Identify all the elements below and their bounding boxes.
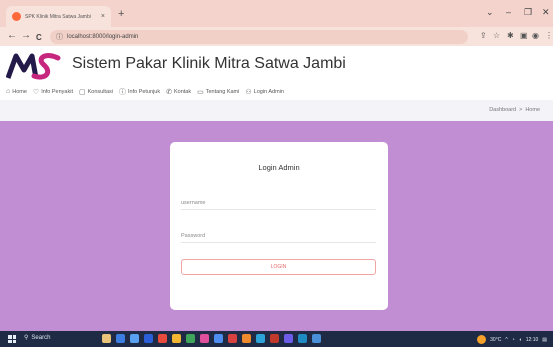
close-window-button[interactable]: ✕ (542, 7, 550, 17)
login-title: Login Admin (258, 163, 300, 172)
app-icon[interactable] (200, 334, 209, 343)
browser-tab[interactable]: SPK Klinik Mitra Satwa Jambi × (6, 6, 111, 27)
app-icon[interactable] (102, 334, 111, 343)
clock[interactable]: 12:10 (526, 337, 539, 343)
app-icon[interactable] (172, 334, 181, 343)
login-button[interactable]: LOGIN (181, 259, 376, 275)
app-icon[interactable] (242, 334, 251, 343)
info-icon: ⓘ (119, 88, 126, 96)
monitor-icon: ▭ (197, 88, 204, 96)
taskbar-search-label: Search (31, 334, 51, 341)
tab-search-chevron-icon[interactable]: ⌄ (486, 7, 494, 17)
heart-icon: ♡ (32, 88, 40, 96)
maximize-button[interactable]: ❐ (524, 7, 532, 17)
menu-item-label: Home (12, 88, 27, 95)
app-icon[interactable] (116, 334, 125, 343)
breadcrumb-separator: > (519, 107, 523, 113)
tray-chevron-icon[interactable]: ^ (505, 337, 507, 343)
menu-item-kontak[interactable]: ✆ Kontak (166, 88, 191, 96)
os-taskbar: ⚲ Search 30°C ^ ◔ ◖ 12:10 ▤ (0, 331, 553, 347)
app-icon[interactable] (312, 334, 321, 343)
profile-avatar-icon[interactable]: ◉ (532, 31, 539, 41)
username-field[interactable] (181, 196, 376, 210)
menu-item-login-admin[interactable]: ⚇ Login Admin (245, 88, 284, 96)
breadcrumb-dashboard[interactable]: Dashboard (489, 107, 516, 113)
menu-item-label: Info Petunjuk (128, 88, 161, 95)
wifi-icon[interactable]: ◔ (512, 337, 515, 343)
clinic-logo[interactable] (6, 50, 61, 82)
bookmark-star-icon[interactable]: ☆ (493, 31, 500, 41)
favicon-icon (12, 12, 21, 21)
address-bar[interactable]: ⓘ localhost:8000/login-admin (50, 30, 468, 44)
notification-icon[interactable]: ▤ (542, 337, 547, 343)
menu-item-home[interactable]: ⌂ Home (6, 88, 27, 95)
menu-item-konsultasi[interactable]: ▢ Konsultasi (79, 88, 113, 96)
extensions-icon[interactable]: ✱ (507, 31, 514, 41)
site-info-icon[interactable]: ⓘ (56, 32, 63, 42)
taskbar-apps (102, 334, 321, 343)
weather-icon[interactable] (477, 335, 487, 344)
weather-temp: 30°C (490, 336, 502, 343)
user-icon: ⚇ (245, 88, 252, 96)
share-icon[interactable]: ⇪ (480, 31, 487, 41)
taskbar-search[interactable]: ⚲ Search (24, 334, 51, 342)
breadcrumb-home[interactable]: Home (525, 107, 540, 113)
menu-item-tentang-kami[interactable]: ▭ Tentang Kami (197, 88, 239, 96)
back-button[interactable]: ← (7, 30, 17, 42)
app-icon[interactable] (186, 334, 195, 343)
breadcrumb: Dashboard > Home (489, 107, 540, 113)
tab-title: SPK Klinik Mitra Satwa Jambi (25, 13, 91, 20)
clipboard-icon: ▢ (78, 88, 86, 96)
password-field[interactable] (181, 229, 376, 243)
app-icon[interactable] (144, 334, 153, 343)
system-tray: 30°C ^ ◔ ◖ 12:10 ▤ (477, 335, 547, 344)
phone-icon: ✆ (166, 88, 172, 96)
sidepanel-icon[interactable]: ▣ (520, 31, 528, 41)
menu-item-info-petunjuk[interactable]: ⓘ Info Petunjuk (119, 87, 160, 97)
search-icon: ⚲ (24, 335, 29, 341)
new-tab-button[interactable]: + (118, 8, 124, 20)
menu-item-label: Login Admin (253, 88, 284, 95)
app-icon[interactable] (284, 334, 293, 343)
browser-toolbar: ← → C ⓘ localhost:8000/login-admin ⇪ ☆ ✱… (0, 27, 553, 46)
breadcrumb-bar: Dashboard > Home (0, 100, 553, 121)
app-icon[interactable] (298, 334, 307, 343)
menu-item-info-penyakit[interactable]: ♡ Info Penyakit (33, 88, 73, 96)
app-icon[interactable] (214, 334, 223, 343)
app-icon[interactable] (228, 334, 237, 343)
app-icon[interactable] (130, 334, 139, 343)
main-content: Login Admin LOGIN (0, 121, 553, 331)
site-title: Sistem Pakar Klinik Mitra Satwa Jambi (72, 55, 346, 72)
app-icon[interactable] (270, 334, 279, 343)
site-header: Sistem Pakar Klinik Mitra Satwa Jambi (0, 46, 553, 83)
menu-item-label: Tentang Kami (205, 88, 240, 95)
login-card: Login Admin LOGIN (170, 142, 388, 310)
minimize-button[interactable]: – (506, 7, 511, 17)
home-icon: ⌂ (6, 88, 11, 95)
forward-button[interactable]: → (21, 30, 31, 42)
reload-button[interactable]: C (36, 32, 42, 44)
menu-item-label: Konsultasi (87, 88, 113, 95)
tab-close-icon[interactable]: × (101, 13, 105, 20)
app-icon[interactable] (256, 334, 265, 343)
app-icon[interactable] (158, 334, 167, 343)
main-menu: ⌂ Home ♡ Info Penyakit ▢ Konsultasi ⓘ In… (0, 83, 553, 100)
browser-menu-icon[interactable]: ⋮ (545, 31, 553, 41)
menu-item-label: Info Penyakit (41, 88, 73, 95)
address-url: localhost:8000/login-admin (67, 34, 139, 40)
menu-item-label: Kontak (173, 88, 192, 95)
volume-icon[interactable]: ◖ (519, 337, 522, 343)
windows-start-icon[interactable] (8, 335, 16, 343)
browser-tab-strip: SPK Klinik Mitra Satwa Jambi × + ⌄ – ❐ ✕ (0, 0, 553, 27)
